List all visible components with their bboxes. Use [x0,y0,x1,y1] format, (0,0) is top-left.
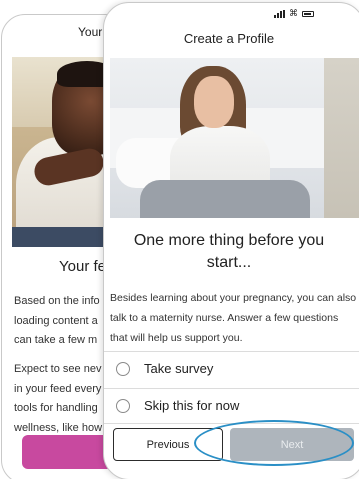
divider [104,423,359,424]
status-bar: ⌘ [274,9,314,18]
option-skip[interactable]: Skip this for now [116,398,239,413]
battery-icon [302,10,314,17]
previous-button[interactable]: Previous [113,428,223,461]
option-label: Skip this for now [144,398,240,413]
divider [104,388,359,389]
description-text: Besides learning about your pregnancy, y… [110,292,357,344]
back-screen-paragraph-2: Expect to see nev in your feed every too… [14,363,103,434]
wifi-icon: ⌘ [289,8,298,18]
page-title: Create a Profile [183,31,275,46]
signal-icon [274,9,285,18]
radio-button[interactable] [116,361,130,376]
create-profile-screen: ⌘ Create a Profile One more thing before… [103,2,359,479]
divider [104,351,359,352]
option-take-survey[interactable]: Take survey [116,361,213,376]
pregnant-woman-photo [110,58,359,218]
section-heading: One more thing before you start... [133,232,325,271]
back-screen-title: Your [78,25,103,39]
back-screen-paragraph-1: Based on the info loading content a can … [14,295,100,346]
next-button[interactable]: Next [230,428,354,461]
radio-button[interactable] [116,398,130,413]
back-screen-heading: Your fe [59,258,106,275]
option-label: Take survey [144,361,214,376]
